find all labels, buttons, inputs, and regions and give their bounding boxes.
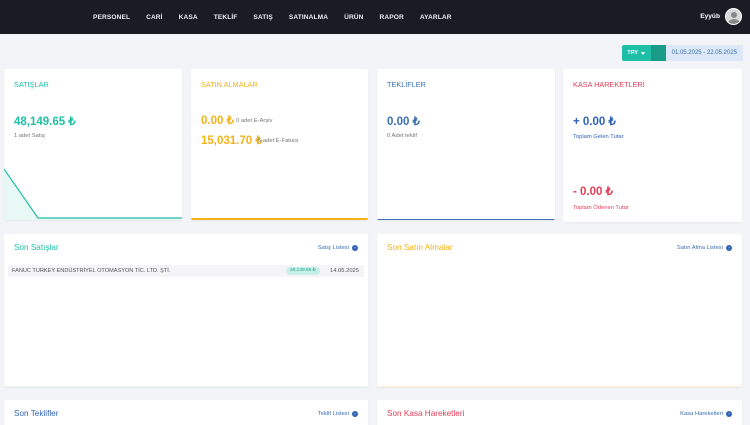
efatura-amount: 15,031.70 ₺	[201, 135, 263, 147]
cash-list-link-label: Kasa Hareketleri	[680, 411, 723, 417]
purchases-card: SATIN ALMALAR 0.00 ₺ 0 adet E-Arşiv 15,0…	[191, 69, 368, 220]
recent-sales-line	[4, 386, 368, 387]
sales-sparkline	[4, 168, 182, 220]
nav-personel[interactable]: PERSONEL	[93, 14, 130, 21]
sales-list-link[interactable]: Satış Listesi ›	[318, 245, 358, 251]
main-nav: PERSONEL CARİ KASA TEKLİF SATIŞ SATINALM…	[93, 0, 468, 34]
nav-teklif[interactable]: TEKLİF	[214, 14, 238, 21]
purchases-line	[191, 218, 368, 220]
avatar[interactable]	[725, 8, 742, 25]
nav-rapor[interactable]: RAPOR	[380, 14, 404, 21]
quotes-count: 0 Adet teklif	[387, 133, 417, 139]
purchase-list-link[interactable]: Satın Alma Listesi ›	[677, 245, 732, 251]
user-menu[interactable]: Eyyüb	[700, 8, 742, 25]
nav-ayarlar[interactable]: AYARLAR	[420, 14, 452, 21]
earsiv-note: 0 adet E-Arşiv	[236, 118, 273, 124]
arrow-right-icon: ›	[726, 411, 732, 417]
quotes-amount: 0.00 ₺	[387, 116, 420, 128]
cash-expense-label: Toplam Ödenen Tutar	[573, 205, 629, 211]
quotes-line	[377, 219, 555, 220]
arrow-right-icon: ›	[352, 411, 358, 417]
earsiv-amount: 0.00 ₺	[201, 115, 234, 127]
cash-card-title: KASA HAREKETLERİ	[573, 80, 645, 89]
cash-list-link[interactable]: Kasa Hareketleri ›	[680, 411, 732, 417]
nav-satis[interactable]: SATIŞ	[253, 14, 272, 21]
quote-list-link[interactable]: Teklif Listesi ›	[318, 411, 358, 417]
cash-income: + 0.00 ₺	[573, 116, 616, 128]
currency-label: TRY	[627, 50, 638, 56]
filter-bar: TRY 01.05.2025 - 22.05.2025	[621, 45, 743, 61]
recent-sales-title: Son Satışlar	[14, 243, 59, 252]
user-name: Eyyüb	[700, 13, 720, 20]
row-date: 14.05.2025	[329, 268, 359, 274]
calendar-icon[interactable]	[650, 45, 666, 61]
table-row[interactable]: FANUC TURKEY ENDÜSTRİYEL OTOMASYON TİC. …	[8, 265, 364, 277]
cash-income-label: Toplam Gelen Tutar	[573, 134, 624, 140]
purchase-list-link-label: Satın Alma Listesi	[676, 245, 723, 251]
cash-card: KASA HAREKETLERİ + 0.00 ₺ Toplam Gelen T…	[563, 69, 742, 222]
date-range-input[interactable]: 01.05.2025 - 22.05.2025	[665, 45, 743, 61]
purchases-card-title: SATIN ALMALAR	[201, 80, 258, 89]
row-customer: FANUC TURKEY ENDÜSTRİYEL OTOMASYON TİC. …	[12, 268, 171, 274]
recent-purchases-title: Son Satın Almalar	[387, 243, 453, 252]
top-navbar: PERSONEL CARİ KASA TEKLİF SATIŞ SATINALM…	[0, 0, 750, 34]
nav-satinalma[interactable]: SATINALMA	[289, 14, 328, 21]
arrow-right-icon: ›	[726, 245, 732, 251]
recent-cash-title: Son Kasa Hareketleri	[387, 409, 465, 418]
quote-list-link-label: Teklif Listesi	[317, 411, 349, 417]
sales-card: SATIŞLAR 48,149.65 ₺ 1 adet Satış	[4, 69, 182, 220]
recent-quotes-title: Son Teklifler	[14, 409, 59, 418]
recent-sales-panel: Son Satışlar Satış Listesi › FANUC TURKE…	[4, 234, 368, 387]
efatura-note: 6 adet E-Fatura	[258, 138, 299, 144]
recent-quotes-panel: Son Teklifler Teklif Listesi ›	[4, 400, 368, 425]
nav-urun[interactable]: ÜRÜN	[344, 14, 363, 21]
arrow-right-icon: ›	[352, 245, 358, 251]
nav-cari[interactable]: CARİ	[146, 14, 163, 21]
quotes-card: TEKLİFLER 0.00 ₺ 0 Adet teklif	[377, 69, 555, 220]
nav-kasa[interactable]: KASA	[179, 14, 198, 21]
quotes-card-title: TEKLİFLER	[387, 80, 426, 89]
recent-purchases-panel: Son Satın Almalar Satın Alma Listesi ›	[377, 234, 742, 387]
recent-cash-panel: Son Kasa Hareketleri Kasa Hareketleri ›	[377, 400, 742, 425]
row-amount-badge: 48,149.65 ₺	[286, 267, 320, 275]
recent-purchases-line	[377, 386, 742, 387]
chevron-down-icon	[641, 51, 645, 55]
currency-dropdown[interactable]: TRY	[621, 45, 651, 61]
sales-list-link-label: Satış Listesi	[317, 245, 349, 251]
cash-expense: - 0.00 ₺	[573, 186, 613, 198]
